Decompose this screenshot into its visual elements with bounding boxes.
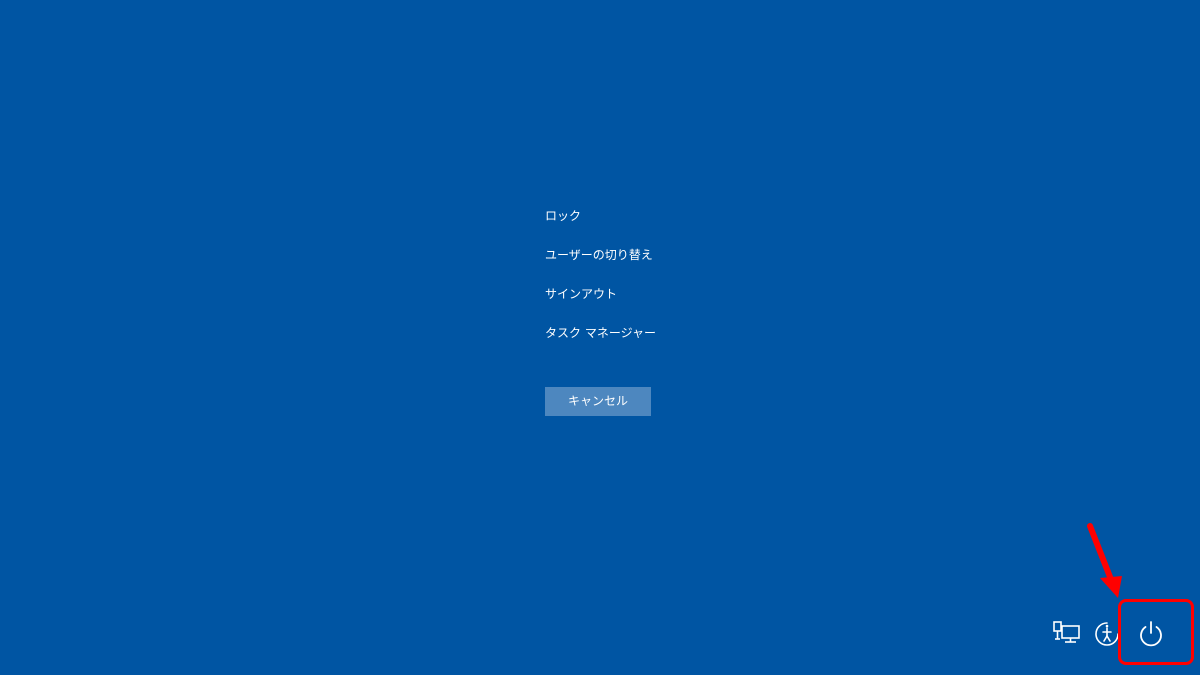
security-options-menu: ロック ユーザーの切り替え サインアウト タスク マネージャー (545, 206, 745, 362)
cancel-button[interactable]: キャンセル (545, 387, 651, 416)
network-icon[interactable] (1052, 620, 1082, 648)
menu-item-lock[interactable]: ロック (545, 206, 745, 226)
menu-item-switch-user[interactable]: ユーザーの切り替え (545, 245, 745, 265)
power-icon[interactable] (1136, 618, 1166, 650)
arrow-annotation (1080, 520, 1130, 605)
menu-item-sign-out[interactable]: サインアウト (545, 284, 745, 304)
ease-of-access-icon[interactable] (1093, 620, 1121, 648)
menu-item-task-manager[interactable]: タスク マネージャー (545, 323, 745, 343)
